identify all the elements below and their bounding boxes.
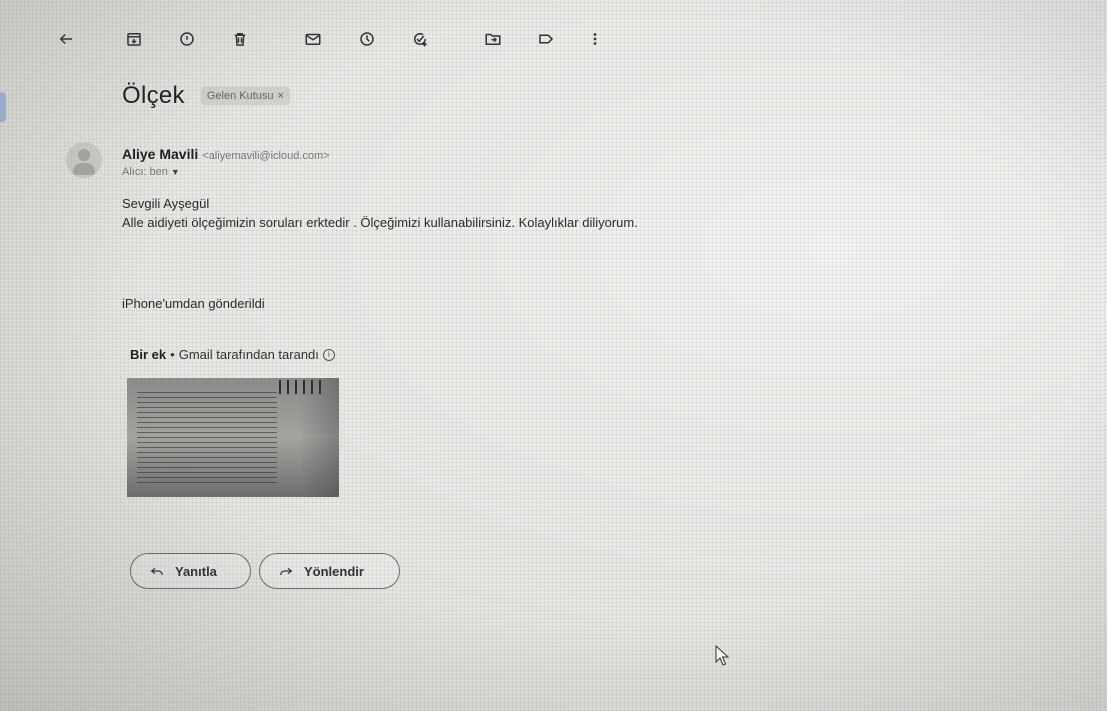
back-button[interactable] <box>53 26 79 52</box>
side-panel-edge <box>0 92 6 122</box>
snooze-icon <box>360 32 374 46</box>
scan-note: Gmail tarafından tarandı <box>178 347 319 362</box>
move-to-icon <box>485 33 501 45</box>
mark-unread-button[interactable] <box>300 26 326 52</box>
email-subject: Ölçek <box>122 82 185 109</box>
attachment-thumbnail[interactable] <box>127 378 339 497</box>
report-spam-button[interactable] <box>174 26 200 52</box>
email-body-line: Alle aidiyeti ölçeğimizin soruları erkte… <box>122 215 638 230</box>
more-options-icon <box>593 33 597 45</box>
reply-label: Yanıtla <box>175 563 217 579</box>
delete-icon <box>234 33 246 46</box>
archive-button[interactable] <box>121 26 147 52</box>
label-chip-text: Gelen Kutusu <box>206 90 274 102</box>
document-preview-lines <box>137 392 277 484</box>
mark-unread-icon <box>305 33 321 45</box>
add-to-tasks-button[interactable] <box>407 26 433 52</box>
recipient-text: Alıcı: ben <box>122 166 168 178</box>
snooze-button[interactable] <box>354 26 380 52</box>
back-arrow-icon <box>59 33 72 45</box>
subject-row: Ölçek Gelen Kutusu × <box>122 82 290 110</box>
attachments-header: Bir ek • Gmail tarafından tarandı i <box>130 347 335 362</box>
inbox-label-chip[interactable]: Gelen Kutusu × <box>200 87 290 105</box>
caret-down-icon: ▼ <box>170 167 180 177</box>
email-signature: iPhone'umdan gönderildi <box>122 296 265 311</box>
archive-icon <box>127 33 141 46</box>
separator-dot: • <box>170 347 175 362</box>
report-spam-icon <box>180 32 194 46</box>
sender-name[interactable]: Aliye Mavili <box>122 146 198 162</box>
remove-label-icon[interactable]: × <box>278 90 284 102</box>
thumbnail-shade <box>299 378 339 497</box>
sender-avatar[interactable] <box>66 142 102 178</box>
reply-icon <box>150 567 163 576</box>
label-icon <box>539 34 554 44</box>
delete-button[interactable] <box>227 26 253 52</box>
add-to-tasks-icon <box>414 33 427 47</box>
recipient-details-toggle[interactable]: Alıcı: ben ▼ <box>122 166 180 178</box>
email-greeting: Sevgili Ayşegül <box>122 196 210 211</box>
sender-email: <aliyemavili@icloud.com> <box>202 150 330 162</box>
info-icon[interactable]: i <box>322 348 335 361</box>
label-button[interactable] <box>533 26 559 52</box>
forward-label: Yönlendir <box>304 563 364 579</box>
move-to-button[interactable] <box>480 26 506 52</box>
mouse-pointer-icon <box>715 645 730 666</box>
reply-button[interactable]: Yanıtla <box>130 553 251 589</box>
attachment-count: Bir ek <box>130 347 167 362</box>
forward-icon <box>280 567 293 576</box>
more-options-button[interactable] <box>582 26 608 52</box>
sender-info: Aliye Mavili <aliyemavili@icloud.com> <box>122 146 330 162</box>
forward-button[interactable]: Yönlendir <box>259 553 400 589</box>
